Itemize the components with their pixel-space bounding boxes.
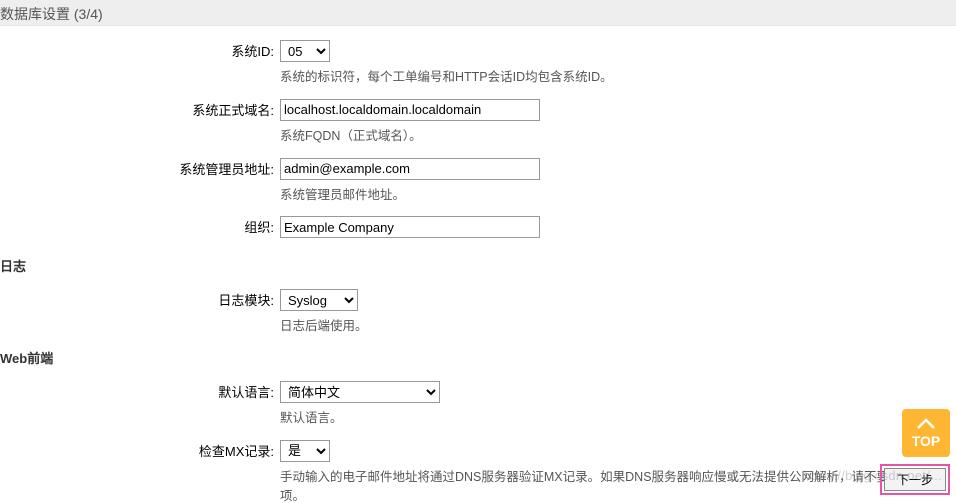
top-label: TOP — [912, 433, 941, 449]
select-log-module[interactable]: Syslog — [280, 289, 358, 311]
section-web: Web前端 — [0, 348, 956, 367]
row-log-module: 日志模块: Syslog — [0, 289, 956, 313]
help-fqdn: 系统FQDN（正式域名）。 — [280, 127, 956, 146]
row-system-id: 系统ID: 05 — [0, 40, 956, 64]
next-button[interactable]: 下一步 — [884, 468, 946, 491]
help-system-id: 系统的标识符，每个工单编号和HTTP会话ID均包含系统ID。 — [280, 68, 956, 87]
help-mx: 手动输入的电子邮件地址将通过DNS服务器验证MX记录。如果DNS服务器响应慢或无… — [280, 468, 956, 503]
label-lang: 默认语言: — [0, 381, 280, 405]
chevron-up-icon — [916, 417, 936, 433]
label-fqdn: 系统正式域名: — [0, 99, 280, 123]
next-button-highlight: 下一步 — [880, 464, 950, 495]
input-org[interactable] — [280, 216, 540, 238]
help-log-module: 日志后端使用。 — [280, 317, 956, 336]
row-lang: 默认语言: 简体中文 — [0, 381, 956, 405]
form-content: 系统ID: 05 系统的标识符，每个工单编号和HTTP会话ID均包含系统ID。 … — [0, 26, 956, 503]
help-lang: 默认语言。 — [280, 409, 956, 428]
row-admin: 系统管理员地址: — [0, 158, 956, 182]
input-fqdn[interactable] — [280, 99, 540, 121]
select-mx[interactable]: 是 — [280, 440, 330, 462]
help-admin: 系统管理员邮件地址。 — [280, 186, 956, 205]
label-system-id: 系统ID: — [0, 40, 280, 64]
select-lang[interactable]: 简体中文 — [280, 381, 440, 403]
row-fqdn: 系统正式域名: — [0, 99, 956, 123]
label-admin: 系统管理员地址: — [0, 158, 280, 182]
section-log: 日志 — [0, 256, 956, 275]
input-admin[interactable] — [280, 158, 540, 180]
scroll-top-button[interactable]: TOP — [902, 409, 950, 457]
label-log-module: 日志模块: — [0, 289, 280, 313]
page-header: 数据库设置 (3/4) — [0, 0, 956, 26]
label-org: 组织: — [0, 216, 280, 240]
label-mx: 检查MX记录: — [0, 440, 280, 464]
select-system-id[interactable]: 05 — [280, 40, 330, 62]
row-mx: 检查MX记录: 是 — [0, 440, 956, 464]
row-org: 组织: — [0, 216, 956, 240]
page-title: 数据库设置 (3/4) — [0, 6, 103, 22]
